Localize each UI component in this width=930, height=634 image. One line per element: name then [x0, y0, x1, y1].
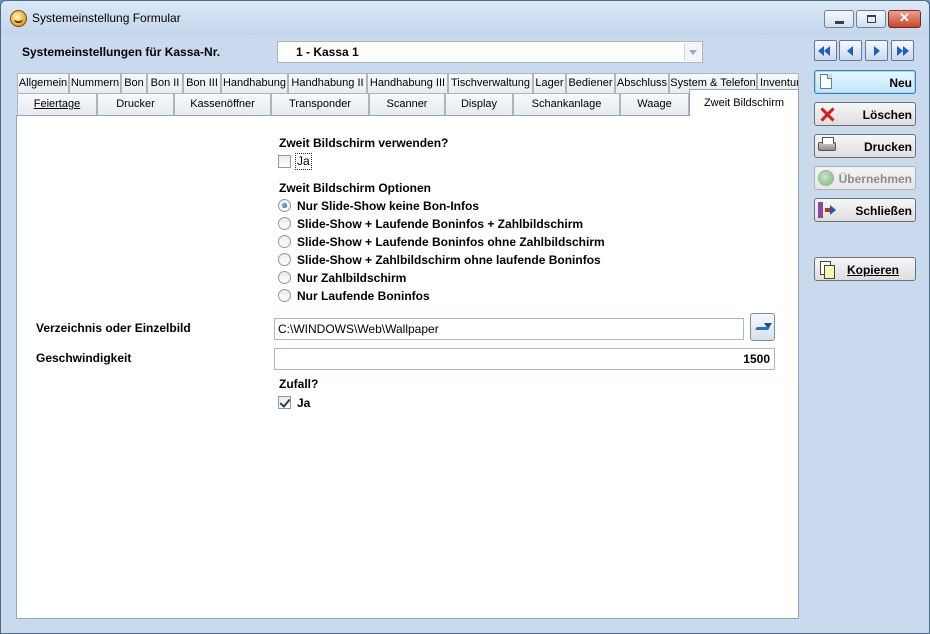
option-label-4[interactable]: Slide-Show + Zahlbildschirm ohne laufend…	[297, 253, 601, 267]
option-radio-5[interactable]	[278, 271, 291, 284]
tab-panel: Zweit Bildschirm verwenden? Ja Zweit Bil…	[16, 115, 799, 619]
use-second-screen-label[interactable]: Ja	[297, 154, 310, 168]
tab-drucker[interactable]: Drucker	[97, 93, 174, 115]
apply-check-icon	[818, 170, 834, 186]
tab-bediener[interactable]: Bediener	[566, 73, 615, 94]
minimize-button[interactable]	[824, 10, 854, 28]
tab-bon-ii[interactable]: Bon II	[147, 73, 183, 94]
tab-abschluss[interactable]: Abschluss	[615, 73, 669, 94]
copy-icon	[818, 261, 836, 279]
tab-handhabung-ii[interactable]: Handhabung II	[288, 73, 367, 94]
option-radio-3[interactable]	[278, 235, 291, 248]
tab-tischverwaltung[interactable]: Tischverwaltung	[448, 73, 533, 94]
tab-allgemein[interactable]: Allgemein	[17, 73, 69, 94]
window-title: Systemeinstellung Formular	[32, 11, 181, 25]
print-button-label: Drucken	[863, 140, 912, 154]
print-button[interactable]: Drucken	[814, 134, 916, 158]
tab-bon[interactable]: Bon	[121, 73, 147, 94]
last-record-button[interactable]	[891, 40, 914, 61]
next-record-icon	[874, 46, 880, 56]
prev-record-button[interactable]	[839, 40, 862, 61]
options-heading: Zweit Bildschirm Optionen	[279, 181, 432, 195]
option-radio-4[interactable]	[278, 253, 291, 266]
option-label-6[interactable]: Nur Laufende Boninfos	[297, 289, 430, 303]
tab-display[interactable]: Display	[445, 93, 513, 115]
option-label-2[interactable]: Slide-Show + Laufende Boninfos + Zahlbil…	[297, 217, 583, 231]
tab-handhabung-iii[interactable]: Handhabung III	[367, 73, 448, 94]
tab-waage[interactable]: Waage	[620, 93, 689, 115]
new-button[interactable]: Neu	[814, 70, 916, 94]
option-label-5[interactable]: Nur Zahlbildschirm	[297, 271, 406, 285]
first-record-icon-part	[824, 46, 830, 56]
chevron-down-icon[interactable]	[684, 43, 701, 61]
delete-button-label: Löschen	[862, 108, 912, 122]
new-button-label: Neu	[889, 76, 912, 90]
maximize-icon	[867, 15, 876, 23]
speed-input[interactable]: 1500	[274, 348, 775, 370]
tab-zweit-bildschirm[interactable]: Zweit Bildschirm	[689, 89, 799, 116]
prev-record-icon	[847, 46, 853, 56]
directory-label: Verzeichnis oder Einzelbild	[36, 321, 191, 335]
tab-bon-iii[interactable]: Bon III	[183, 73, 221, 94]
delete-button[interactable]: Löschen	[814, 102, 916, 126]
kassa-select[interactable]: 1 - Kassa 1	[277, 41, 703, 63]
use-second-screen-heading: Zweit Bildschirm verwenden?	[279, 136, 449, 150]
exit-door-icon	[818, 202, 836, 218]
tab-schankanlage[interactable]: Schankanlage	[513, 93, 620, 115]
title-bar: Systemeinstellung Formular ✕	[1, 1, 929, 35]
option-radio-1[interactable]	[278, 199, 291, 212]
delete-x-icon	[818, 106, 836, 122]
close-form-button[interactable]: Schließen	[814, 198, 916, 222]
copy-button[interactable]: Kopieren	[814, 257, 916, 281]
tab-scanner[interactable]: Scanner	[369, 93, 445, 115]
option-label-1[interactable]: Nur Slide-Show keine Bon-Infos	[297, 199, 479, 213]
next-record-button[interactable]	[865, 40, 888, 61]
last-record-icon-part	[903, 46, 909, 56]
apply-button[interactable]: Übernehmen	[814, 166, 916, 190]
close-form-button-label: Schließen	[855, 204, 912, 218]
main-window: Systemeinstellung Formular ✕ Systemeinst…	[0, 0, 930, 634]
close-icon: ✕	[899, 10, 910, 25]
apply-button-label: Übernehmen	[838, 172, 912, 186]
new-document-icon	[820, 74, 832, 89]
app-logo-icon	[10, 10, 27, 27]
tab-kassenoeffner[interactable]: Kassenöffner	[174, 93, 271, 115]
kassa-label: Systemeinstellungen für Kassa-Nr.	[22, 45, 221, 59]
option-radio-2[interactable]	[278, 217, 291, 230]
tab-nummern[interactable]: Nummern	[69, 73, 121, 94]
speed-label: Geschwindigkeit	[36, 351, 132, 365]
browse-folder-button[interactable]	[750, 313, 775, 341]
minimize-icon	[835, 21, 844, 24]
option-label-3[interactable]: Slide-Show + Laufende Boninfos ohne Zahl…	[297, 235, 605, 249]
kassa-select-value: 1 - Kassa 1	[296, 45, 359, 59]
copy-button-label: Kopieren	[846, 263, 899, 277]
use-second-screen-checkbox[interactable]	[278, 155, 291, 168]
directory-input[interactable]: C:\WINDOWS\Web\Wallpaper	[274, 318, 744, 340]
random-heading: Zufall?	[279, 377, 319, 391]
tab-feiertage[interactable]: Feiertage	[17, 93, 97, 115]
option-radio-6[interactable]	[278, 289, 291, 302]
random-checkbox[interactable]	[278, 396, 291, 409]
tab-transponder[interactable]: Transponder	[271, 93, 369, 115]
close-window-button[interactable]: ✕	[888, 10, 921, 28]
first-record-button[interactable]	[814, 40, 837, 61]
printer-icon	[818, 137, 836, 151]
maximize-button[interactable]	[856, 10, 886, 28]
random-label[interactable]: Ja	[297, 396, 310, 410]
tab-lager[interactable]: Lager	[533, 73, 566, 94]
tab-handhabung[interactable]: Handhabung	[221, 73, 288, 94]
tab-feiertage-label: Feiertage	[33, 98, 81, 110]
